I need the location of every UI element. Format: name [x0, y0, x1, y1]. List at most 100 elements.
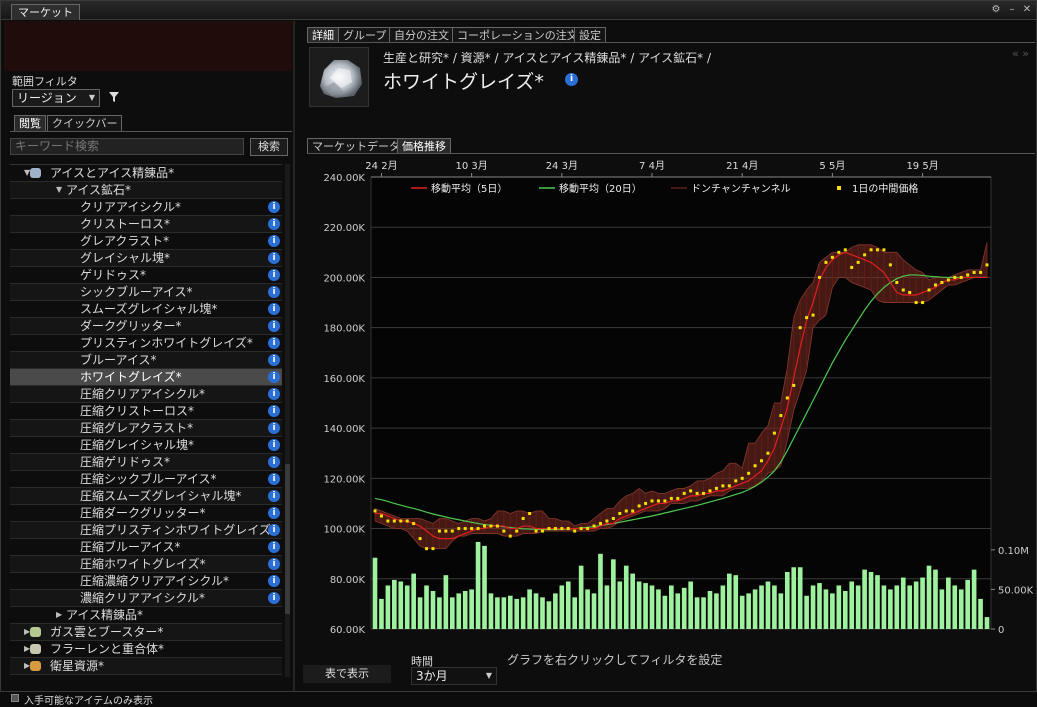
- filter-icon[interactable]: [108, 91, 120, 103]
- fullerene-icon: [30, 644, 41, 654]
- tree-item[interactable]: 圧縮グレイシャル塊* i: [10, 437, 282, 454]
- volume-bar: [437, 597, 442, 629]
- info-icon[interactable]: i: [268, 422, 280, 434]
- tree-item[interactable]: ゲリドゥス* i: [10, 267, 282, 284]
- collapsed-caret-icon[interactable]: ▶: [56, 607, 62, 623]
- search-button[interactable]: 検索: [250, 138, 288, 156]
- tree-item-label: ブルーアイス*: [80, 353, 157, 367]
- window-tab-market[interactable]: マーケット: [11, 4, 80, 20]
- breadcrumb[interactable]: 生産と研究* / 資源* / アイスとアイス精錬品* / アイス鉱石* /: [383, 49, 711, 66]
- info-icon[interactable]: i: [268, 201, 280, 213]
- tab-settings[interactable]: 設定: [574, 27, 606, 43]
- period-select[interactable]: 3か月 ▼: [411, 667, 497, 685]
- tree-item[interactable]: クリアアイシクル* i: [10, 199, 282, 216]
- tree-item[interactable]: ブルーアイス* i: [10, 352, 282, 369]
- tree-item[interactable]: ▶ アイス精錬品*: [10, 607, 282, 624]
- info-icon[interactable]: i: [268, 286, 280, 298]
- tree-item[interactable]: 圧縮ブルーアイス* i: [10, 539, 282, 556]
- tree-item[interactable]: ▶ フラーレンと重合体*: [10, 641, 282, 658]
- minimize-icon[interactable]: –: [1006, 4, 1018, 16]
- close-icon[interactable]: ✕: [1021, 4, 1033, 16]
- info-icon[interactable]: i: [268, 592, 280, 604]
- tree-item[interactable]: ▶ ガス雲とブースター*: [10, 624, 282, 641]
- tab-quickbar[interactable]: クイックバー: [47, 115, 123, 131]
- median-point: [933, 283, 937, 287]
- median-point: [908, 291, 912, 295]
- history-arrows-icon[interactable]: « »: [1012, 47, 1029, 60]
- tree-item[interactable]: スムーズグレイシャル塊* i: [10, 301, 282, 318]
- info-icon[interactable]: i: [268, 303, 280, 315]
- median-point: [811, 313, 815, 317]
- tab-corp-orders[interactable]: コーポレーションの注文: [452, 27, 583, 43]
- tree-item[interactable]: ダークグリッター* i: [10, 318, 282, 335]
- tree-item[interactable]: 圧縮スムーズグレイシャル塊* i: [10, 488, 282, 505]
- item-info-icon[interactable]: i: [565, 73, 578, 86]
- info-icon[interactable]: i: [268, 337, 280, 349]
- volume-bar: [842, 591, 848, 629]
- info-icon[interactable]: i: [268, 354, 280, 366]
- tree-item-label: 圧縮ブルーアイス*: [80, 540, 181, 554]
- tab-groups[interactable]: グループ: [338, 27, 392, 43]
- tree-item[interactable]: クリストーロス* i: [10, 216, 282, 233]
- info-icon[interactable]: i: [268, 507, 280, 519]
- tab-market-data[interactable]: マーケットデータ: [307, 138, 405, 154]
- volume-bar: [501, 597, 507, 629]
- tree-item[interactable]: シックブルーアイス* i: [10, 284, 282, 301]
- tree-item[interactable]: ▼ アイスとアイス精錬品*: [10, 165, 282, 182]
- info-icon[interactable]: i: [268, 218, 280, 230]
- info-icon[interactable]: i: [268, 388, 280, 400]
- info-icon[interactable]: i: [268, 473, 280, 485]
- search-input[interactable]: キーワード検索: [10, 138, 244, 155]
- tree-item[interactable]: 圧縮プリスティンホワイトグレイズ* i: [10, 522, 282, 539]
- info-icon[interactable]: i: [268, 371, 280, 383]
- info-icon[interactable]: i: [268, 405, 280, 417]
- expanded-caret-icon[interactable]: ▼: [56, 182, 62, 198]
- x-tick-label: 10 3月: [455, 160, 487, 172]
- info-icon[interactable]: i: [268, 235, 280, 247]
- info-icon[interactable]: i: [268, 541, 280, 553]
- tree-item[interactable]: 圧縮クリストーロス* i: [10, 403, 282, 420]
- only-available-checkbox[interactable]: [11, 694, 19, 702]
- info-icon[interactable]: i: [268, 320, 280, 332]
- info-icon[interactable]: i: [268, 456, 280, 468]
- tree-item[interactable]: 濃縮クリアアイシクル* i: [10, 590, 282, 607]
- info-icon[interactable]: i: [268, 439, 280, 451]
- tree-item[interactable]: ▶ 衛星資源*: [10, 658, 282, 675]
- settings-icon[interactable]: ⚙: [990, 4, 1002, 16]
- info-icon[interactable]: i: [268, 524, 280, 536]
- tab-my-orders[interactable]: 自分の注文: [389, 27, 454, 43]
- median-point: [850, 265, 854, 269]
- show-as-table-button[interactable]: 表で表示: [303, 665, 391, 683]
- median-point: [586, 527, 590, 531]
- tree-item[interactable]: ホワイトグレイズ* i: [10, 369, 282, 386]
- tab-details[interactable]: 詳細: [307, 27, 339, 43]
- tree-item[interactable]: 圧縮グレアクラスト* i: [10, 420, 282, 437]
- tree-item[interactable]: 圧縮ゲリドゥス* i: [10, 454, 282, 471]
- plot-area: [370, 176, 992, 630]
- tree-item[interactable]: グレイシャル塊* i: [10, 250, 282, 267]
- tree-item[interactable]: 圧縮ダークグリッター* i: [10, 505, 282, 522]
- tree-item[interactable]: 圧縮濃縮クリアアイシクル* i: [10, 573, 282, 590]
- volume-bar: [449, 597, 455, 629]
- tree-item[interactable]: 圧縮クリアアイシクル* i: [10, 386, 282, 403]
- tree-item[interactable]: 圧縮ホワイトグレイズ* i: [10, 556, 282, 573]
- info-icon[interactable]: i: [268, 269, 280, 281]
- tree-scrollbar[interactable]: [285, 164, 290, 677]
- info-icon[interactable]: i: [268, 252, 280, 264]
- price-history-chart[interactable]: 240.00K 220.00K 200.00K 180.00K 160.00K 140.0…: [299, 155, 1035, 655]
- info-icon[interactable]: i: [268, 558, 280, 570]
- item-thumbnail[interactable]: [309, 47, 369, 107]
- tree-scrollbar-thumb[interactable]: [285, 464, 290, 614]
- panel-divider[interactable]: [293, 21, 295, 691]
- tree-item[interactable]: 圧縮シックブルーアイス* i: [10, 471, 282, 488]
- tree-item[interactable]: ▼ アイス鉱石*: [10, 182, 282, 199]
- window-titlebar[interactable]: マーケット ⚙ – ✕: [1, 1, 1036, 20]
- tab-browse[interactable]: 閲覧: [14, 115, 46, 131]
- info-icon[interactable]: i: [268, 490, 280, 502]
- tree-item[interactable]: グレアクラスト* i: [10, 233, 282, 250]
- tree-item[interactable]: プリスティンホワイトグレイズ* i: [10, 335, 282, 352]
- info-icon[interactable]: i: [268, 575, 280, 587]
- tree-item-label: 濃縮クリアアイシクル*: [80, 591, 206, 605]
- range-select[interactable]: リージョン ▼: [12, 89, 100, 107]
- tab-price-history[interactable]: 価格推移: [397, 138, 451, 154]
